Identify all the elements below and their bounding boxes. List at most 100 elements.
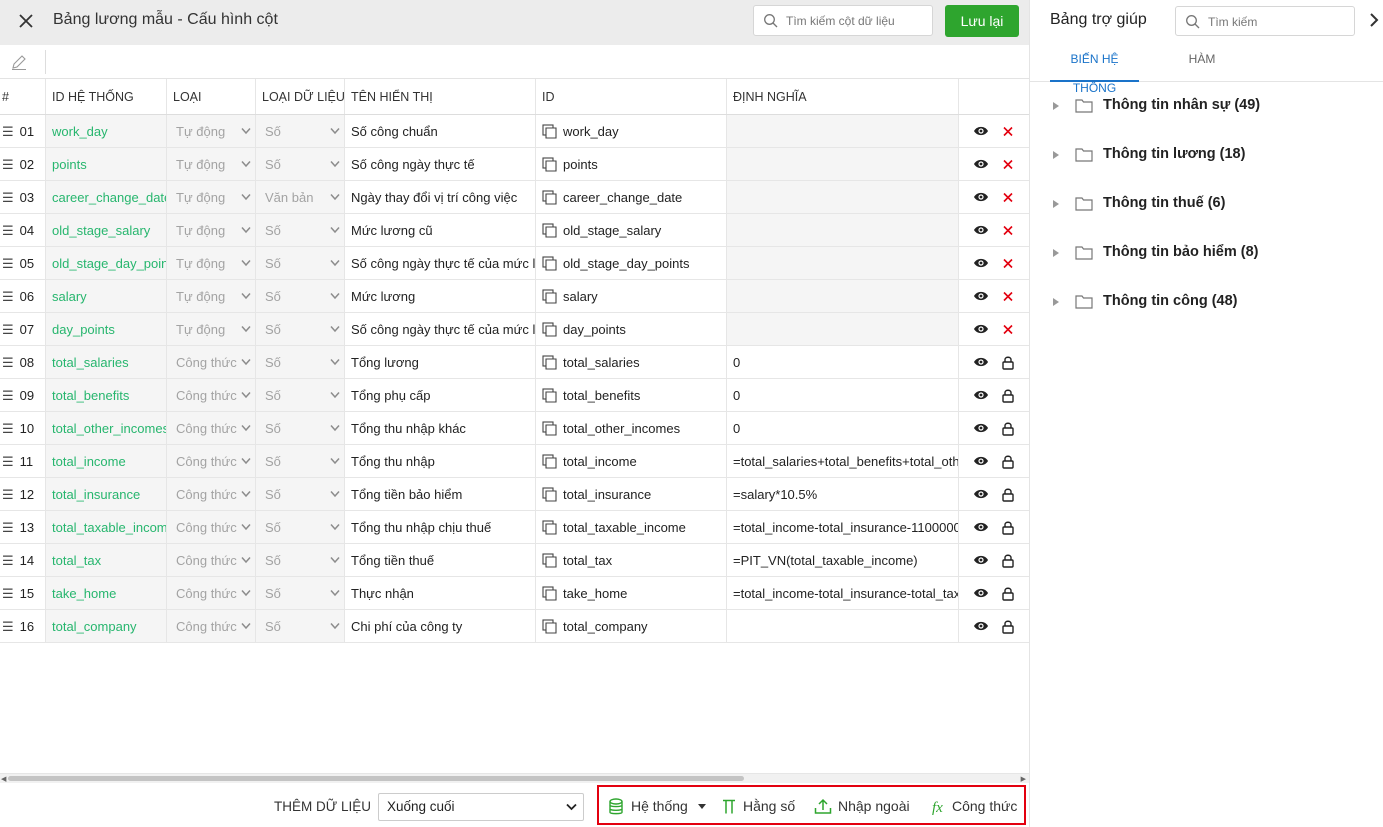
tree-group[interactable]: Thông tin nhân sự (49): [1030, 91, 1383, 121]
table-row[interactable]: ☰ 01 work_day Tự động Số Số công chuẩn work_da…: [0, 115, 1029, 148]
type-select[interactable]: Công thức: [167, 445, 256, 477]
table-row[interactable]: ☰ 15 take_home Công thức Số Thực nhận take_hom…: [0, 577, 1029, 610]
copy-icon[interactable]: [542, 256, 557, 271]
copy-icon[interactable]: [542, 553, 557, 568]
help-search-input[interactable]: [1208, 13, 1348, 31]
eye-icon[interactable]: [973, 587, 989, 599]
table-row[interactable]: ☰ 05 old_stage_day_points Tự động Số Số công …: [0, 247, 1029, 280]
data-type-select[interactable]: Số: [256, 511, 345, 543]
tree-group[interactable]: Thông tin bảo hiểm (8): [1030, 238, 1383, 268]
copy-icon[interactable]: [542, 289, 557, 304]
table-row[interactable]: ☰ 06 salary Tự động Số Mức lương salary: [0, 280, 1029, 313]
data-type-select[interactable]: Số: [256, 313, 345, 345]
add-formula-button[interactable]: fx Công thức: [932, 797, 1024, 817]
copy-icon[interactable]: [542, 190, 557, 205]
eye-icon[interactable]: [973, 455, 989, 467]
lock-icon[interactable]: [1001, 421, 1015, 436]
delete-icon[interactable]: [1001, 190, 1015, 205]
display-name-cell[interactable]: Ngày thay đổi vị trí công việc: [345, 181, 536, 213]
expand-icon[interactable]: [1052, 150, 1060, 160]
scroll-right-icon[interactable]: ▶: [1021, 775, 1026, 783]
display-name-cell[interactable]: Tổng thu nhập: [345, 445, 536, 477]
eye-icon[interactable]: [973, 389, 989, 401]
eye-icon[interactable]: [973, 488, 989, 500]
lock-icon[interactable]: [1001, 553, 1015, 568]
id-cell[interactable]: points: [536, 148, 727, 180]
id-cell[interactable]: total_tax: [536, 544, 727, 576]
definition-cell[interactable]: =PIT_VN(total_taxable_income): [727, 544, 959, 576]
eye-icon[interactable]: [973, 521, 989, 533]
scrollbar-thumb[interactable]: [8, 776, 744, 781]
row-index[interactable]: ☰ 10: [0, 412, 46, 444]
delete-icon[interactable]: [1001, 322, 1015, 337]
row-index[interactable]: ☰ 02: [0, 148, 46, 180]
display-name-cell[interactable]: Tổng phụ cấp: [345, 379, 536, 411]
definition-cell[interactable]: [727, 148, 959, 180]
table-row[interactable]: ☰ 14 total_tax Công thức Số Tổng tiền thuế tot…: [0, 544, 1029, 577]
display-name-cell[interactable]: Số công chuẩn: [345, 115, 536, 147]
eye-icon[interactable]: [973, 422, 989, 434]
copy-icon[interactable]: [542, 157, 557, 172]
tree-group[interactable]: Thông tin công (48): [1030, 287, 1383, 317]
drag-handle-icon[interactable]: ☰: [2, 280, 14, 312]
formula-bar[interactable]: [0, 45, 1029, 79]
tree-group[interactable]: Thông tin thuế (6): [1030, 189, 1383, 219]
drag-handle-icon[interactable]: ☰: [2, 445, 14, 477]
type-select[interactable]: Công thức: [167, 379, 256, 411]
row-index[interactable]: ☰ 11: [0, 445, 46, 477]
id-cell[interactable]: total_salaries: [536, 346, 727, 378]
display-name-cell[interactable]: Tổng thu nhập khác: [345, 412, 536, 444]
column-search-input[interactable]: [786, 12, 926, 30]
copy-icon[interactable]: [542, 487, 557, 502]
eye-icon[interactable]: [973, 125, 989, 137]
tree-group[interactable]: Thông tin lương (18): [1030, 140, 1383, 170]
display-name-cell[interactable]: Tổng lương: [345, 346, 536, 378]
type-select[interactable]: Tự động: [167, 181, 256, 213]
eye-icon[interactable]: [973, 323, 989, 335]
type-select[interactable]: Tự động: [167, 214, 256, 246]
type-select[interactable]: Công thức: [167, 511, 256, 543]
display-name-cell[interactable]: Tổng tiền bảo hiểm: [345, 478, 536, 510]
eye-icon[interactable]: [973, 224, 989, 236]
definition-cell[interactable]: [727, 214, 959, 246]
row-index[interactable]: ☰ 15: [0, 577, 46, 609]
lock-icon[interactable]: [1001, 487, 1015, 502]
definition-cell[interactable]: =total_income-total_insurance-11000000: [727, 511, 959, 543]
copy-icon[interactable]: [542, 124, 557, 139]
drag-handle-icon[interactable]: ☰: [2, 313, 14, 345]
expand-icon[interactable]: [1052, 297, 1060, 307]
eye-icon[interactable]: [973, 554, 989, 566]
display-name-cell[interactable]: Chi phí của công ty: [345, 610, 536, 642]
expand-icon[interactable]: [1052, 248, 1060, 258]
type-select[interactable]: Tự động: [167, 247, 256, 279]
id-cell[interactable]: total_other_incomes: [536, 412, 727, 444]
data-type-select[interactable]: Số: [256, 346, 345, 378]
data-type-select[interactable]: Số: [256, 577, 345, 609]
help-search[interactable]: [1175, 6, 1355, 36]
table-row[interactable]: ☰ 12 total_insurance Công thức Số Tổng tiền b…: [0, 478, 1029, 511]
drag-handle-icon[interactable]: ☰: [2, 346, 14, 378]
scroll-left-icon[interactable]: ◀: [1, 775, 6, 783]
data-type-select[interactable]: Số: [256, 412, 345, 444]
table-row[interactable]: ☰ 16 total_company Công thức Số Chi phí của c…: [0, 610, 1029, 643]
display-name-cell[interactable]: Số công ngày thực tế của mức lương: [345, 313, 536, 345]
id-cell[interactable]: career_change_date: [536, 181, 727, 213]
row-index[interactable]: ☰ 07: [0, 313, 46, 345]
table-row[interactable]: ☰ 02 points Tự động Số Số công ngày thực tế po…: [0, 148, 1029, 181]
type-select[interactable]: Công thức: [167, 412, 256, 444]
copy-icon[interactable]: [542, 586, 557, 601]
type-select[interactable]: Tự động: [167, 115, 256, 147]
copy-icon[interactable]: [542, 355, 557, 370]
drag-handle-icon[interactable]: ☰: [2, 247, 14, 279]
id-cell[interactable]: day_points: [536, 313, 727, 345]
eye-icon[interactable]: [973, 620, 989, 632]
data-type-select[interactable]: Số: [256, 148, 345, 180]
row-index[interactable]: ☰ 01: [0, 115, 46, 147]
drag-handle-icon[interactable]: ☰: [2, 214, 14, 246]
copy-icon[interactable]: [542, 421, 557, 436]
lock-icon[interactable]: [1001, 388, 1015, 403]
id-cell[interactable]: old_stage_day_points: [536, 247, 727, 279]
row-index[interactable]: ☰ 09: [0, 379, 46, 411]
definition-cell[interactable]: [727, 247, 959, 279]
table-row[interactable]: ☰ 10 total_other_incomes Công thức Số Tổng th…: [0, 412, 1029, 445]
